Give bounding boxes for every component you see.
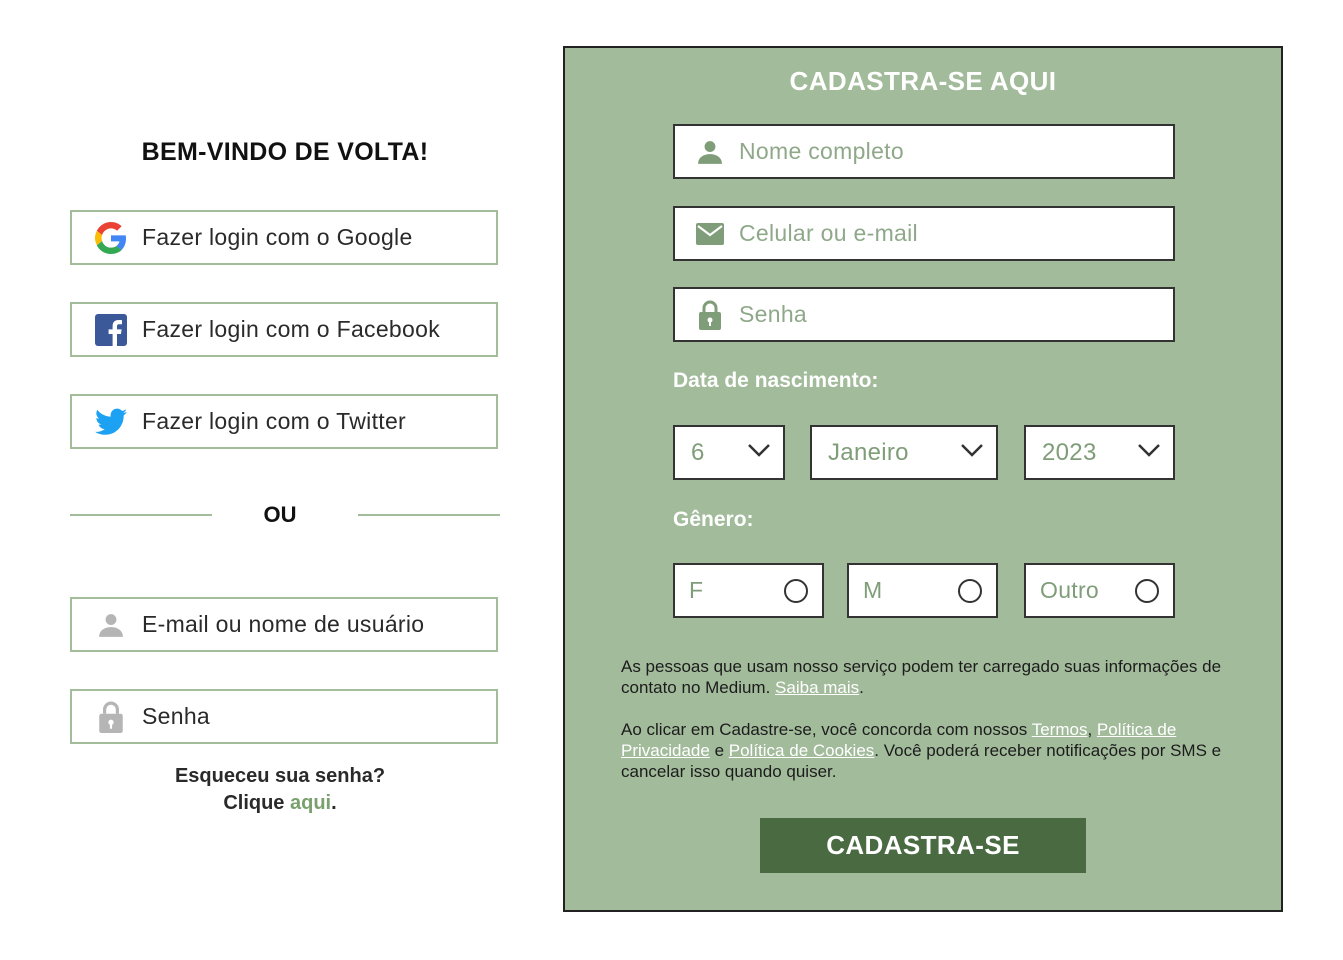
signup-submit-button[interactable]: CADASTRA-SE bbox=[760, 818, 1086, 873]
birth-year-select[interactable]: 2023 bbox=[1024, 425, 1175, 480]
chevron-down-icon bbox=[960, 442, 984, 463]
full-name-field[interactable] bbox=[673, 124, 1175, 179]
notice-text: As pessoas que usam nosso serviço podem … bbox=[621, 657, 1222, 697]
notice-end: . bbox=[859, 678, 864, 697]
divider-right bbox=[358, 514, 500, 516]
terms-suffix: . Você poderá receber notificações por S… bbox=[621, 741, 1222, 781]
terms-link[interactable]: Termos bbox=[1032, 720, 1088, 739]
learn-more-link[interactable]: Saiba mais bbox=[775, 678, 859, 697]
username-field[interactable]: E-mail ou nome de usuário bbox=[70, 597, 498, 652]
cookie-policy-link[interactable]: Política de Cookies bbox=[729, 741, 875, 760]
login-title: BEM-VINDO DE VOLTA! bbox=[141, 138, 429, 166]
facebook-login-label: Fazer login com o Facebook bbox=[142, 316, 440, 342]
signup-password-input[interactable] bbox=[739, 301, 1159, 328]
forgot-password-line: Clique aqui. bbox=[70, 790, 490, 817]
terms-comma: , bbox=[1087, 720, 1093, 739]
forgot-password-link[interactable]: aqui bbox=[290, 792, 331, 814]
chevron-down-icon bbox=[747, 442, 771, 463]
facebook-icon bbox=[94, 313, 128, 347]
forgot-password-question: Esqueceu sua senha? bbox=[174, 765, 386, 787]
forgot-suffix: . bbox=[331, 792, 337, 814]
username-placeholder: E-mail ou nome de usuário bbox=[142, 611, 425, 637]
user-icon bbox=[695, 137, 725, 167]
terms-notice: Ao clicar em Cadastre-se, você concorda … bbox=[621, 719, 1251, 782]
google-login-button[interactable]: Fazer login com o Google bbox=[70, 210, 498, 265]
birth-month-select[interactable]: Janeiro bbox=[810, 425, 998, 480]
lock-icon bbox=[94, 700, 128, 734]
gender-option-outro[interactable]: Outro bbox=[1024, 563, 1175, 618]
birth-year-value: 2023 bbox=[1042, 438, 1097, 466]
forgot-prefix: Clique bbox=[223, 792, 285, 814]
radio-button[interactable] bbox=[784, 578, 808, 603]
terms-and: e bbox=[714, 741, 725, 760]
or-separator: OU bbox=[70, 500, 500, 532]
google-login-label: Fazer login com o Google bbox=[142, 224, 413, 250]
gender-option-label: F bbox=[689, 577, 704, 603]
gender-option-f[interactable]: F bbox=[673, 563, 824, 618]
signup-password-field[interactable] bbox=[673, 287, 1175, 342]
twitter-login-button[interactable]: Fazer login com o Twitter bbox=[70, 394, 498, 449]
radio-button[interactable] bbox=[1135, 578, 1159, 603]
user-icon bbox=[94, 608, 128, 642]
contact-field[interactable] bbox=[673, 206, 1175, 261]
facebook-login-button[interactable]: Fazer login com o Facebook bbox=[70, 302, 498, 357]
birth-month-value: Janeiro bbox=[828, 438, 909, 466]
chevron-down-icon bbox=[1137, 442, 1161, 463]
twitter-icon bbox=[94, 405, 128, 439]
contact-upload-notice: As pessoas que usam nosso serviço podem … bbox=[621, 656, 1251, 698]
login-password-placeholder: Senha bbox=[142, 703, 211, 729]
radio-button[interactable] bbox=[958, 578, 982, 603]
signup-title: CADASTRA-SE AQUI bbox=[789, 66, 1057, 96]
birth-day-select[interactable]: 6 bbox=[673, 425, 785, 480]
login-password-field[interactable]: Senha bbox=[70, 689, 498, 744]
gender-option-m[interactable]: M bbox=[847, 563, 998, 618]
full-name-input[interactable] bbox=[739, 138, 1159, 165]
gender-label: Gênero: bbox=[673, 508, 754, 531]
gender-option-label: Outro bbox=[1040, 577, 1100, 603]
google-icon bbox=[94, 221, 128, 255]
terms-prefix: Ao clicar em Cadastre-se, você concorda … bbox=[621, 720, 1028, 739]
contact-input[interactable] bbox=[739, 220, 1159, 247]
mail-icon bbox=[695, 219, 725, 249]
birth-day-value: 6 bbox=[691, 438, 705, 466]
twitter-login-label: Fazer login com o Twitter bbox=[142, 408, 407, 434]
gender-option-label: M bbox=[863, 577, 883, 603]
birthdate-label: Data de nascimento: bbox=[673, 369, 879, 392]
forgot-password: Esqueceu sua senha? Clique aqui. bbox=[70, 763, 490, 817]
lock-icon bbox=[695, 300, 725, 330]
signup-panel: CADASTRA-SE AQUI Nome completo Celular o… bbox=[563, 46, 1283, 912]
